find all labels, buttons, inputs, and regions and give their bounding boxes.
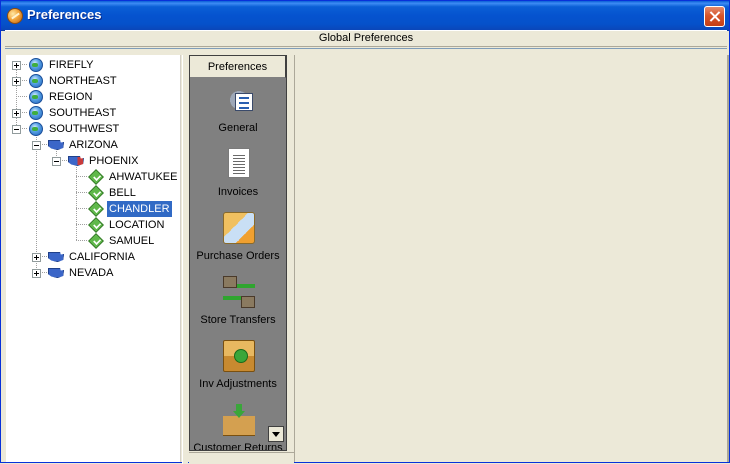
settings-gear-icon [223, 84, 255, 116]
nav-item-label: Invoices [217, 186, 259, 198]
nav-header: Preferences [190, 56, 286, 78]
state-map-icon [48, 268, 64, 278]
tree-node-phoenix[interactable]: PHOENIX [6, 153, 181, 169]
state-map-icon [48, 140, 64, 150]
nav-item-label: Customer Returns [193, 442, 283, 451]
tree-node-samuel[interactable]: SAMUEL [6, 233, 181, 249]
tree-node-label: SAMUEL [109, 235, 155, 247]
customer-return-icon [223, 404, 255, 436]
expand-icon[interactable] [12, 61, 21, 70]
expand-icon[interactable] [12, 77, 21, 86]
tree-node-region[interactable]: REGION [6, 89, 181, 105]
preferences-content-area [294, 55, 727, 462]
nav-item-invoices[interactable]: Invoices [190, 144, 286, 208]
expand-icon[interactable] [32, 253, 41, 262]
tree-node-label-selected: CHANDLER [106, 200, 173, 218]
tree-node-chandler[interactable]: CHANDLER [6, 200, 181, 218]
nav-item-store-transfers[interactable]: Store Transfers [190, 272, 286, 336]
tree-node-firefly[interactable]: FIREFLY [6, 57, 181, 73]
globe-icon [29, 122, 43, 136]
tree-node-label: REGION [49, 91, 93, 103]
tree-node-southeast[interactable]: SOUTHEAST [6, 105, 181, 121]
tree-node-ahwatukee[interactable]: AHWATUKEE [6, 169, 181, 185]
close-button[interactable] [704, 6, 725, 27]
inventory-box-icon [223, 340, 255, 372]
collapse-icon[interactable] [52, 157, 61, 166]
preferences-window: Preferences Global Preferences FIREFLY N… [0, 0, 730, 464]
tree-node-california[interactable]: CALIFORNIA [6, 249, 181, 265]
tree-node-location[interactable]: LOCATION [6, 217, 181, 233]
city-map-icon [68, 156, 84, 166]
globe-icon [29, 90, 43, 104]
app-icon [7, 8, 23, 24]
purchase-order-icon [223, 212, 255, 244]
store-icon [88, 201, 104, 217]
content-border [727, 55, 729, 462]
document-icon [228, 148, 250, 178]
tree-node-label: NEVADA [69, 267, 114, 279]
globe-icon [29, 106, 43, 120]
globe-icon [29, 74, 43, 88]
store-icon [88, 169, 104, 185]
tree-node-label: ARIZONA [69, 139, 118, 151]
tree-node-label: FIREFLY [49, 59, 94, 71]
nav-panel-footer [189, 452, 294, 464]
nav-item-purchase-orders[interactable]: Purchase Orders [190, 208, 286, 272]
nav-item-label: General [218, 122, 258, 134]
nav-item-inv-adjustments[interactable]: Inv Adjustments [190, 336, 286, 400]
store-icon [88, 217, 104, 233]
title-bar[interactable]: Preferences [1, 1, 729, 31]
nav-item-label: Store Transfers [200, 314, 276, 326]
preferences-nav-panel: Preferences General Invoices Purchase Or… [189, 55, 287, 451]
panel-splitter[interactable] [182, 55, 188, 464]
nav-item-label: Purchase Orders [196, 250, 280, 262]
tree-node-southwest[interactable]: SOUTHWEST [6, 121, 181, 137]
tree-node-label: SOUTHWEST [49, 123, 120, 135]
window-title: Preferences [27, 7, 102, 22]
state-map-icon [48, 252, 64, 262]
tree-node-bell[interactable]: BELL [6, 185, 181, 201]
collapse-icon[interactable] [12, 125, 21, 134]
nav-scroll-down-button[interactable] [268, 426, 284, 442]
location-tree[interactable]: FIREFLY NORTHEAST REGION SOUTHEAST SOUTH… [6, 55, 181, 462]
tree-node-label: SOUTHEAST [49, 107, 117, 119]
tree-node-label: AHWATUKEE [109, 171, 178, 183]
store-icon [88, 233, 104, 249]
store-transfer-icon [223, 276, 255, 308]
store-icon [88, 185, 104, 201]
expand-icon[interactable] [32, 269, 41, 278]
tree-node-label: NORTHEAST [49, 75, 117, 87]
collapse-icon[interactable] [32, 141, 41, 150]
tree-node-label: CALIFORNIA [69, 251, 136, 263]
tree-node-northeast[interactable]: NORTHEAST [6, 73, 181, 89]
nav-item-label: Inv Adjustments [199, 378, 277, 390]
tree-node-label: LOCATION [109, 219, 165, 231]
tree-node-label: BELL [109, 187, 136, 199]
tree-node-nevada[interactable]: NEVADA [6, 265, 181, 281]
tree-node-arizona[interactable]: ARIZONA [6, 137, 181, 153]
header-divider [5, 48, 727, 49]
global-preferences-header: Global Preferences [5, 30, 727, 47]
expand-icon[interactable] [12, 109, 21, 118]
nav-item-general[interactable]: General [190, 80, 286, 144]
tree-node-label: PHOENIX [89, 155, 139, 167]
globe-icon [29, 58, 43, 72]
